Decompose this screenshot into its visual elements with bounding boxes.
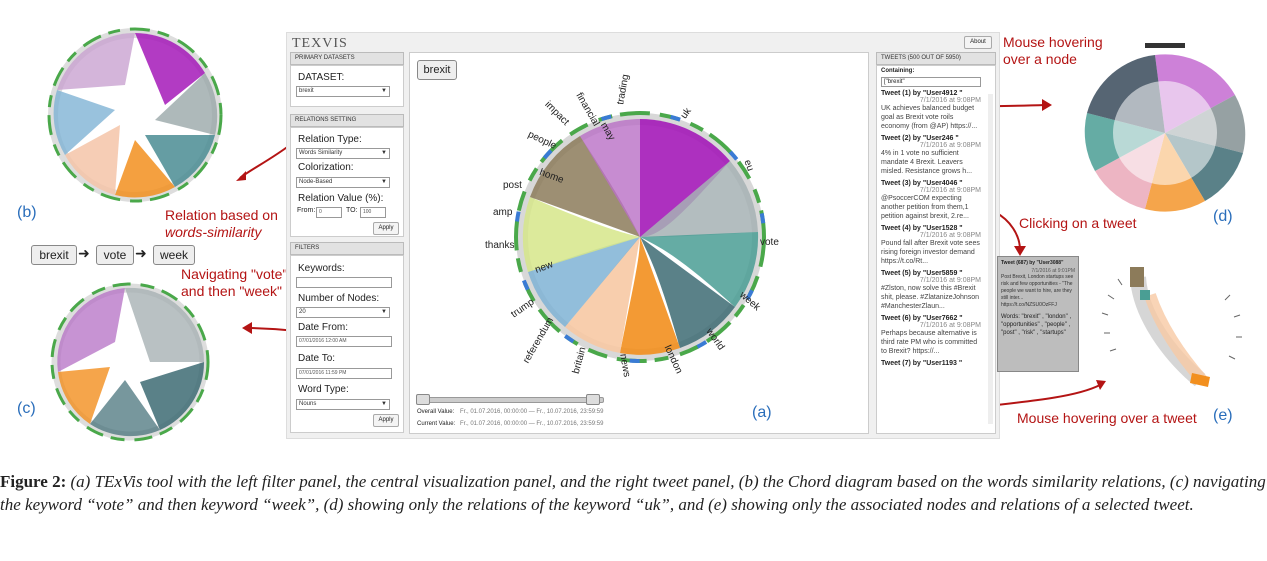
node-label[interactable]: amp	[493, 207, 512, 218]
node-label[interactable]: thanks	[485, 240, 514, 251]
panel-label-a: (a)	[752, 404, 772, 421]
about-button[interactable]: About	[964, 36, 992, 49]
chevron-down-icon: ▼	[381, 401, 387, 407]
tweet-item[interactable]: Tweet (3) by "User4046 " 7/1/2016 at 9:08…	[881, 180, 981, 221]
colorization-select[interactable]: Node-Based ▼	[296, 177, 390, 188]
tweet-item[interactable]: Tweet (1) by "User4912 " 7/1/2016 at 9:08…	[881, 90, 981, 131]
current-value-label: Current Value:	[417, 421, 456, 427]
keywords-label: Keywords:	[298, 263, 345, 274]
tweet-popup: Tweet (687) by "User3088" 7/1/2016 at 9:…	[997, 256, 1079, 372]
to-input[interactable]: 100	[360, 207, 386, 218]
tweet-time: 7/1/2016 at 9:08PM	[919, 277, 981, 284]
tweet-text: Perhaps because alternative is third rat…	[881, 330, 978, 355]
app-title: TEXVIS	[292, 36, 348, 51]
tweet-item[interactable]: Tweet (4) by "User1528 " 7/1/2016 at 9:08…	[881, 225, 981, 266]
time-slider-handle-end[interactable]	[586, 394, 600, 405]
tweet-time: 7/1/2016 at 9:08PM	[919, 142, 981, 149]
tweet-text: Pound fall after Brexit vote sees rising…	[881, 240, 980, 265]
tweet-scrollbar[interactable]	[988, 94, 993, 424]
tweet-text: #Zlston, now solve this #Brexit shit, pl…	[881, 285, 980, 310]
tweet-title: Tweet (1) by "User4912 "	[881, 90, 963, 97]
word-type-select[interactable]: Nouns ▼	[296, 399, 390, 410]
filters-header: FILTERS	[290, 242, 404, 255]
chord-diagram-e	[1101, 267, 1242, 387]
tweet-text: @PsoccerCOM expecting another petition f…	[881, 195, 969, 220]
tweet-title: Tweet (5) by "User5859 "	[881, 270, 963, 277]
tweet-text: 4% in 1 vote no sufficient mandate 4 Bre…	[881, 150, 973, 175]
tweet-time: 7/1/2016 at 9:08PM	[919, 232, 981, 239]
tweet-title: Tweet (7) by "User1193 "	[881, 360, 963, 367]
current-value: Fr., 01.07.2016, 00:00:00 — Fr., 10.07.2…	[460, 421, 604, 427]
date-to-input[interactable]: 07/01/2016 11:59 PM	[296, 368, 392, 379]
popup-text: Post Brexit, London startups see risk an…	[1001, 274, 1074, 308]
date-from-label: Date From:	[298, 322, 349, 333]
annotation-clicking: Clicking on a tweet	[1019, 215, 1137, 231]
relations-setting-header: RELATIONS SETTING	[290, 114, 404, 127]
overall-value-label: Overall Value:	[417, 409, 455, 415]
dataset-select[interactable]: brexit ▼	[296, 86, 390, 97]
containing-label: Containing:	[881, 68, 915, 74]
tweet-item[interactable]: Tweet (7) by "User1193 "	[881, 360, 981, 367]
search-chip[interactable]: brexit	[417, 60, 457, 80]
relation-value-label: Relation Value (%):	[298, 193, 384, 204]
word-type-label: Word Type:	[298, 384, 349, 395]
keywords-input[interactable]	[296, 277, 392, 288]
tweet-text: UK achieves balanced budget goal as Brex…	[881, 105, 978, 130]
dataset-label: DATASET:	[298, 72, 345, 83]
word-type-value: Nouns	[299, 401, 317, 407]
number-of-nodes-select[interactable]: 20 ▼	[296, 307, 390, 318]
figure-caption: Figure 2: (a) TExVis tool with the left …	[0, 470, 1267, 516]
from-label: From:	[297, 207, 316, 214]
number-of-nodes-value: 20	[299, 309, 306, 315]
node-label[interactable]: vote	[760, 237, 779, 248]
time-slider-track[interactable]	[417, 397, 604, 403]
tweet-item[interactable]: Tweet (5) by "User5859 " 7/1/2016 at 9:08…	[881, 270, 981, 311]
tweet-time: 7/1/2016 at 9:08PM	[919, 97, 981, 104]
popup-title: Tweet (687) by "User3088"	[1001, 260, 1064, 266]
tweet-panel: Containing: ["brexit" Tweet (1) by "User…	[876, 65, 996, 434]
chevron-down-icon: ▼	[381, 309, 387, 315]
annotation-e: Mouse hovering over a tweet	[1017, 410, 1197, 426]
relation-type-label: Relation Type:	[298, 134, 362, 145]
time-slider-handle-start[interactable]	[416, 394, 430, 405]
tweet-title: Tweet (6) by "User7662 "	[881, 315, 963, 322]
tweet-time: 7/1/2016 at 9:08PM	[919, 187, 981, 194]
chord-diagram-d	[1084, 43, 1246, 212]
primary-datasets-header: PRIMARY DATASETS	[290, 52, 404, 65]
overall-value: Fr., 01.07.2016, 00:00:00 — Fr., 10.07.2…	[460, 409, 604, 415]
date-from-input[interactable]: 07/01/2016 12:00 AM	[296, 336, 392, 347]
panel-label-e: (e)	[1213, 407, 1233, 424]
node-label[interactable]: post	[503, 180, 522, 191]
from-input[interactable]: 0	[316, 207, 342, 218]
date-to-label: Date To:	[298, 353, 336, 364]
tweet-item[interactable]: Tweet (2) by "User246 " 7/1/2016 at 9:08P…	[881, 135, 981, 176]
containing-input[interactable]: ["brexit"	[881, 77, 981, 87]
colorization-label: Colorization:	[298, 162, 354, 173]
apply-filters-button[interactable]: Apply	[373, 414, 399, 427]
tweet-item[interactable]: Tweet (6) by "User7662 " 7/1/2016 at 9:08…	[881, 315, 981, 356]
number-of-nodes-label: Number of Nodes:	[298, 293, 380, 304]
panel-label-d: (d)	[1213, 208, 1233, 225]
tweet-title: Tweet (2) by "User246 "	[881, 135, 959, 142]
relation-type-select[interactable]: Words Similarity ▼	[296, 148, 390, 159]
tweets-header: TWEETS (500 OUT OF 5950)	[876, 52, 996, 65]
popup-words: Words: "brexit" , "london" , "opportunit…	[1001, 314, 1072, 336]
chevron-down-icon: ▼	[381, 150, 387, 156]
relation-type-value: Words Similarity	[299, 150, 343, 156]
to-label: TO:	[346, 207, 358, 214]
chevron-down-icon: ▼	[381, 179, 387, 185]
tweet-title: Tweet (3) by "User4046 "	[881, 180, 963, 187]
tweet-time: 7/1/2016 at 9:08PM	[919, 322, 981, 329]
caption-label: Figure 2:	[0, 472, 67, 491]
colorization-value: Node-Based	[299, 179, 333, 185]
tweet-title: Tweet (4) by "User1528 "	[881, 225, 963, 232]
dataset-value: brexit	[299, 88, 314, 94]
apply-relations-button[interactable]: Apply	[373, 222, 399, 235]
chevron-down-icon: ▼	[381, 88, 387, 94]
caption-text: (a) TExVis tool with the left filter pan…	[0, 472, 1266, 514]
